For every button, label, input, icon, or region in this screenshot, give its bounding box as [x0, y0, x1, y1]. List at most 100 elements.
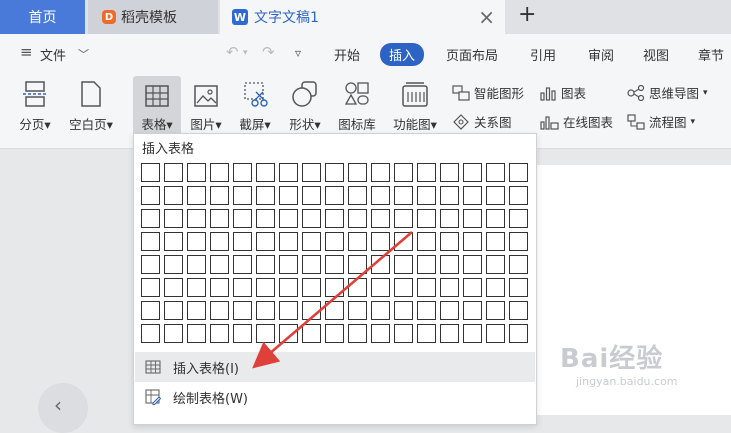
- table-grid-cell[interactable]: [509, 186, 528, 205]
- table-grid-cell[interactable]: [325, 186, 344, 205]
- table-grid-cell[interactable]: [371, 255, 390, 274]
- table-grid-cell[interactable]: [417, 278, 436, 297]
- table-grid-cell[interactable]: [279, 255, 298, 274]
- table-grid-cell[interactable]: [256, 301, 275, 320]
- menu-start[interactable]: 开始: [334, 45, 360, 64]
- table-grid-cell[interactable]: [187, 255, 206, 274]
- smart-art-button[interactable]: 智能图形: [452, 83, 524, 102]
- table-grid-cell[interactable]: [371, 209, 390, 228]
- table-button[interactable]: 表格▾: [133, 76, 181, 136]
- table-grid-cell[interactable]: [440, 209, 459, 228]
- table-grid-cell[interactable]: [210, 301, 229, 320]
- table-grid-cell[interactable]: [417, 301, 436, 320]
- table-grid-cell[interactable]: [233, 209, 252, 228]
- menu-page-layout[interactable]: 页面布局: [446, 45, 498, 64]
- table-grid-cell[interactable]: [325, 209, 344, 228]
- table-grid-cell[interactable]: [371, 186, 390, 205]
- table-grid-cell[interactable]: [325, 255, 344, 274]
- table-grid-cell[interactable]: [256, 324, 275, 343]
- table-grid-cell[interactable]: [417, 163, 436, 182]
- table-grid-cell[interactable]: [509, 232, 528, 251]
- table-grid-cell[interactable]: [509, 301, 528, 320]
- table-grid-cell[interactable]: [371, 324, 390, 343]
- table-grid-cell[interactable]: [141, 232, 160, 251]
- table-grid-cell[interactable]: [348, 186, 367, 205]
- table-grid-cell[interactable]: [325, 301, 344, 320]
- table-grid-cell[interactable]: [440, 163, 459, 182]
- table-grid-cell[interactable]: [279, 209, 298, 228]
- table-grid-cell[interactable]: [302, 301, 321, 320]
- table-grid-cell[interactable]: [279, 278, 298, 297]
- table-grid-cell[interactable]: [348, 232, 367, 251]
- table-grid-cell[interactable]: [440, 324, 459, 343]
- table-grid-cell[interactable]: [210, 255, 229, 274]
- table-grid-cell[interactable]: [440, 255, 459, 274]
- table-grid-cell[interactable]: [233, 186, 252, 205]
- table-grid-cell[interactable]: [210, 324, 229, 343]
- table-grid-cell[interactable]: [486, 232, 505, 251]
- table-grid-cell[interactable]: [210, 209, 229, 228]
- table-grid-cell[interactable]: [256, 163, 275, 182]
- table-grid-cell[interactable]: [348, 301, 367, 320]
- table-grid-cell[interactable]: [486, 209, 505, 228]
- table-grid-cell[interactable]: [279, 186, 298, 205]
- table-grid-cell[interactable]: [348, 209, 367, 228]
- table-grid-cell[interactable]: [440, 278, 459, 297]
- table-grid-cell[interactable]: [302, 163, 321, 182]
- table-grid-cell[interactable]: [164, 278, 183, 297]
- table-grid-cell[interactable]: [371, 278, 390, 297]
- table-grid-cell[interactable]: [210, 232, 229, 251]
- table-grid-cell[interactable]: [486, 255, 505, 274]
- table-grid-cell[interactable]: [164, 186, 183, 205]
- table-grid-cell[interactable]: [279, 163, 298, 182]
- redo-icon[interactable]: ↷: [262, 43, 275, 61]
- table-grid-cell[interactable]: [187, 209, 206, 228]
- table-grid-cell[interactable]: [187, 232, 206, 251]
- table-grid-cell[interactable]: [210, 278, 229, 297]
- table-grid-cell[interactable]: [187, 163, 206, 182]
- nav-back-button[interactable]: ‹: [38, 383, 88, 433]
- table-grid-cell[interactable]: [348, 255, 367, 274]
- table-grid-cell[interactable]: [302, 186, 321, 205]
- function-chart-button[interactable]: 功能图▾: [388, 76, 442, 136]
- page-break-button[interactable]: 分页▾: [12, 76, 58, 136]
- table-grid-cell[interactable]: [279, 324, 298, 343]
- table-grid-cell[interactable]: [164, 324, 183, 343]
- table-grid-cell[interactable]: [463, 186, 482, 205]
- table-grid-cell[interactable]: [394, 255, 413, 274]
- chevron-down-icon[interactable]: ﹀: [78, 46, 89, 62]
- table-grid-cell[interactable]: [187, 278, 206, 297]
- table-grid-cell[interactable]: [463, 163, 482, 182]
- table-grid-cell[interactable]: [440, 186, 459, 205]
- table-grid-cell[interactable]: [256, 209, 275, 228]
- table-grid-cell[interactable]: [233, 232, 252, 251]
- table-grid-cell[interactable]: [187, 324, 206, 343]
- table-grid-cell[interactable]: [256, 186, 275, 205]
- table-grid-cell[interactable]: [417, 186, 436, 205]
- undo-icon[interactable]: ↶: [226, 43, 239, 61]
- table-grid-cell[interactable]: [348, 163, 367, 182]
- table-grid-cell[interactable]: [417, 209, 436, 228]
- table-grid-cell[interactable]: [325, 324, 344, 343]
- menu-chapter[interactable]: 章节: [698, 45, 724, 64]
- table-grid-cell[interactable]: [164, 232, 183, 251]
- relation-chart-button[interactable]: 关系图: [452, 112, 512, 131]
- table-grid-cell[interactable]: [440, 232, 459, 251]
- tab-home[interactable]: 首页: [0, 0, 85, 34]
- undo-dropdown-icon[interactable]: ▾: [243, 48, 248, 58]
- table-grid-cell[interactable]: [325, 163, 344, 182]
- new-tab-icon[interactable]: +: [518, 2, 536, 27]
- table-grid-cell[interactable]: [486, 163, 505, 182]
- table-grid-cell[interactable]: [463, 324, 482, 343]
- table-grid-cell[interactable]: [463, 278, 482, 297]
- table-grid-cell[interactable]: [210, 186, 229, 205]
- tab-document[interactable]: W 文字文稿1 ×: [220, 0, 505, 34]
- menu-references[interactable]: 引用: [530, 45, 556, 64]
- table-grid-cell[interactable]: [417, 255, 436, 274]
- table-grid-cell[interactable]: [256, 232, 275, 251]
- table-grid-cell[interactable]: [509, 255, 528, 274]
- shape-button[interactable]: 形状▾: [284, 76, 326, 136]
- flowchart-button[interactable]: 流程图 ▾: [627, 112, 695, 131]
- table-grid-cell[interactable]: [463, 209, 482, 228]
- picture-button[interactable]: 图片▾: [185, 76, 227, 136]
